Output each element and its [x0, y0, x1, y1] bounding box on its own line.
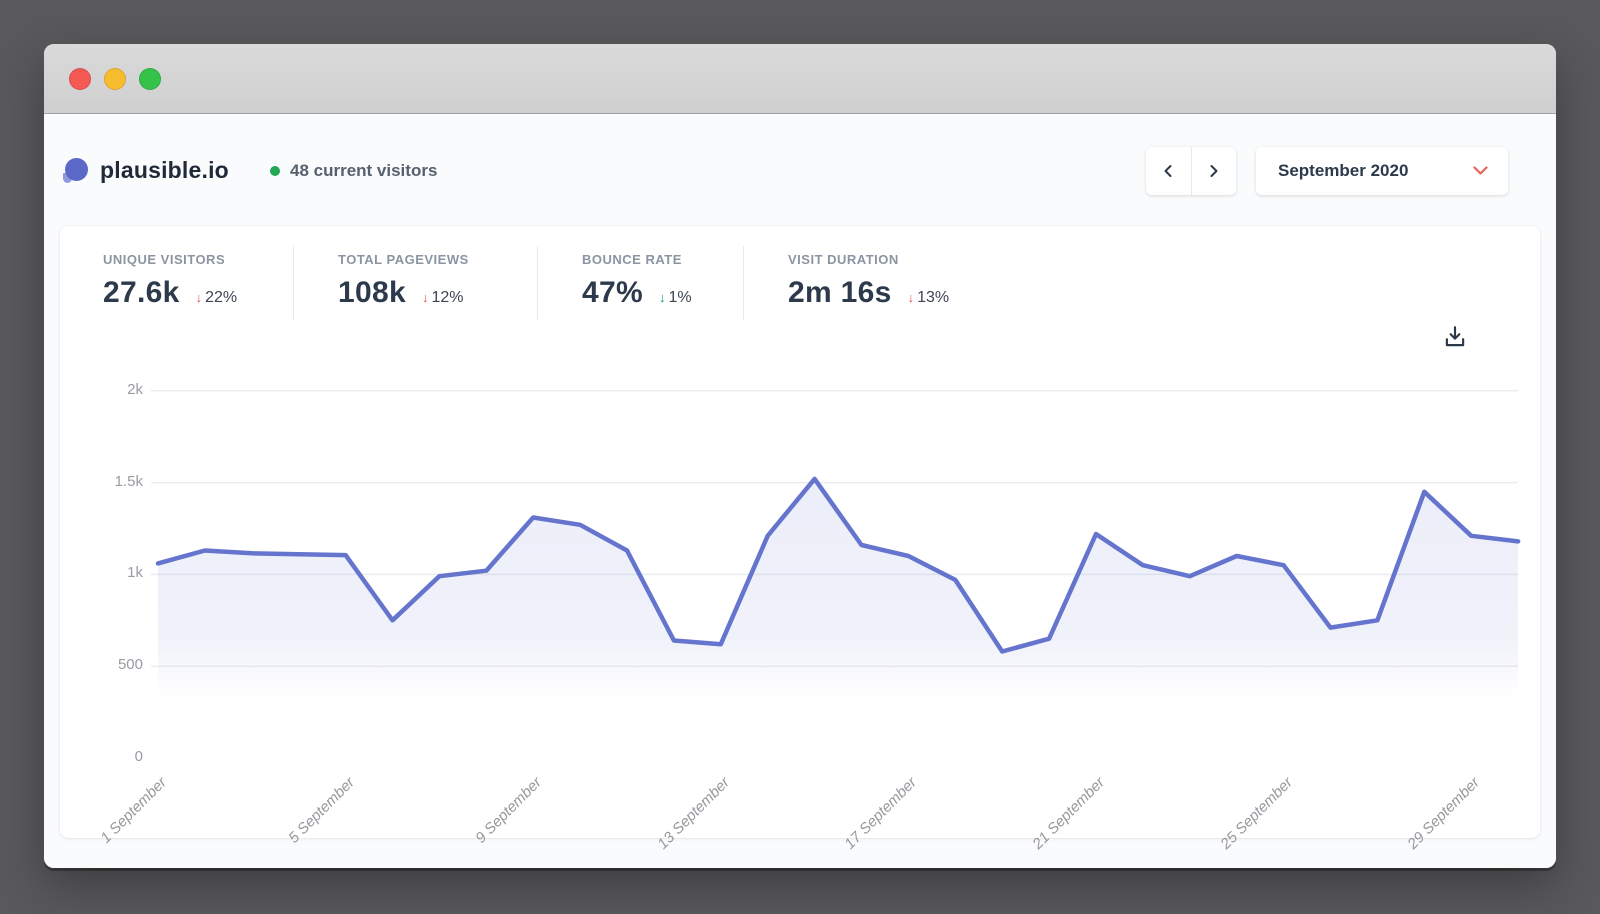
y-tick-label: 2k: [85, 381, 143, 398]
y-tick-label: 1.5k: [85, 473, 143, 490]
chevron-left-icon: [1162, 164, 1175, 178]
y-tick-label: 0: [85, 748, 143, 765]
date-range-dropdown[interactable]: September 2020: [1256, 147, 1508, 195]
visitors-chart-area: 05001k1.5k2k 1 September5 September9 Sep…: [60, 226, 1540, 838]
y-tick-label: 500: [85, 656, 143, 673]
close-button[interactable]: [69, 68, 91, 90]
app-window: plausible.io 48 current visitors: [44, 44, 1556, 868]
x-tick-label: 5 September: [285, 774, 358, 847]
x-tick-label: 17 September: [842, 774, 921, 853]
site-name: plausible.io: [100, 157, 229, 184]
minimize-button[interactable]: [104, 68, 126, 90]
x-tick-label: 9 September: [472, 774, 545, 847]
next-month-button[interactable]: [1191, 147, 1237, 195]
y-tick-label: 1k: [85, 564, 143, 581]
x-tick-label: 29 September: [1405, 774, 1484, 853]
date-controls: September 2020: [1146, 147, 1508, 195]
x-tick-label: 25 September: [1217, 774, 1296, 853]
window-titlebar[interactable]: [44, 44, 1556, 114]
x-tick-label: 13 September: [654, 774, 733, 853]
brand: plausible.io: [63, 157, 229, 184]
chevron-down-icon: [1473, 166, 1488, 176]
visitors-chart: [155, 386, 1522, 764]
chevron-right-icon: [1207, 164, 1220, 178]
live-dot-icon: [270, 166, 280, 176]
plausible-logo-icon: [63, 158, 88, 183]
x-tick-label: 21 September: [1029, 774, 1108, 853]
current-visitors-label: 48 current visitors: [290, 161, 437, 181]
zoom-button[interactable]: [139, 68, 161, 90]
dashboard-content: plausible.io 48 current visitors: [44, 115, 1556, 868]
dashboard-header: plausible.io 48 current visitors: [44, 145, 1556, 197]
prev-month-button[interactable]: [1146, 147, 1191, 195]
x-tick-label: 1 September: [97, 774, 170, 847]
date-range-label: September 2020: [1278, 161, 1408, 181]
traffic-lights: [69, 68, 161, 90]
current-visitors[interactable]: 48 current visitors: [270, 161, 437, 181]
month-nav: [1146, 147, 1236, 195]
analytics-card: UNIQUE VISITORS 27.6k ↓ 22% TOTAL PAGEVI…: [60, 226, 1540, 838]
